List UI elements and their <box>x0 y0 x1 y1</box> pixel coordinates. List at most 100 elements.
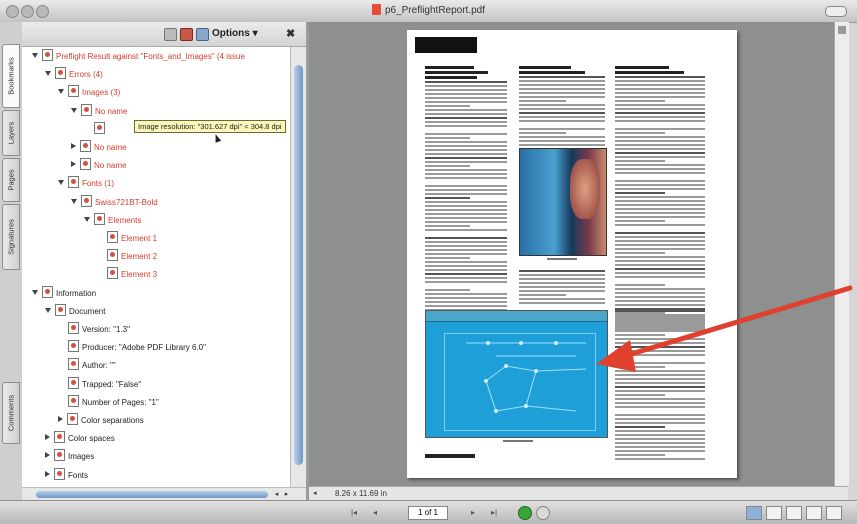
tree-item[interactable]: Version: "1.3" <box>58 322 130 337</box>
disclosure-open-icon[interactable] <box>84 216 90 222</box>
go-forward-icon[interactable] <box>536 506 550 520</box>
flag-icon[interactable] <box>196 28 209 41</box>
tree-item-label: Fonts (1) <box>82 179 115 189</box>
tree-item[interactable] <box>84 121 108 137</box>
scroll-right-icon[interactable]: ▸ <box>282 490 291 499</box>
disclosure-closed-icon[interactable] <box>45 452 50 459</box>
tree-item[interactable]: Element 3 <box>97 267 157 282</box>
page-number-field[interactable]: 1 of 1 <box>408 506 448 520</box>
scroll-up-icon[interactable] <box>838 26 846 34</box>
tree-item[interactable]: No name <box>71 140 126 155</box>
previous-page-button[interactable]: ◂ <box>368 506 382 519</box>
disclosure-open-icon[interactable] <box>45 307 51 313</box>
bookmark-page-icon <box>54 449 65 462</box>
text-line <box>615 80 705 82</box>
document-view[interactable] <box>309 22 834 486</box>
disclosure-open-icon[interactable] <box>58 180 64 186</box>
delete-icon[interactable] <box>164 28 177 41</box>
disclosure-open-icon[interactable] <box>32 53 38 58</box>
next-page-button[interactable]: ▸ <box>466 506 480 519</box>
bookmark-page-icon <box>68 176 79 189</box>
scroll-left-icon[interactable]: ◂ <box>272 490 281 499</box>
disclosure-open-icon[interactable] <box>71 198 77 204</box>
tree-item[interactable]: Information <box>32 285 96 301</box>
tab-layers[interactable]: Layers <box>2 110 20 156</box>
tree-scroll-thumb[interactable] <box>294 65 303 465</box>
close-panel-icon[interactable]: ✖ <box>286 27 295 40</box>
text-line <box>519 136 605 138</box>
text-line <box>615 244 705 246</box>
options-menu[interactable]: Options ▾ <box>212 28 258 39</box>
text-line <box>615 108 705 110</box>
collapse-status-icon[interactable]: ◂ <box>313 489 322 498</box>
tree-item-label: Color spaces <box>68 434 115 444</box>
tree-item[interactable]: Element 2 <box>97 249 157 264</box>
tree-item[interactable]: Swiss721BT-Bold <box>71 194 158 210</box>
tree-item[interactable]: Elements <box>84 212 141 228</box>
bookmark-tree[interactable]: Preflight Result against "Fonts_and_Imag… <box>22 47 290 487</box>
tree-item[interactable]: Author: "" <box>58 358 116 373</box>
text-line <box>615 172 705 174</box>
text-line <box>615 310 705 312</box>
text-line <box>425 301 507 303</box>
continuous-layout-icon[interactable] <box>766 506 782 520</box>
text-line <box>425 293 507 295</box>
disclosure-closed-icon[interactable] <box>71 143 76 149</box>
tree-item[interactable]: Preflight Result against "Fonts_and_Imag… <box>32 49 245 64</box>
tree-item[interactable]: Images <box>45 449 94 464</box>
text-line <box>615 330 705 332</box>
tree-item[interactable]: Fonts <box>45 467 88 483</box>
tree-item[interactable]: Fonts (1) <box>58 176 114 191</box>
tree-item[interactable]: Number of Pages: "1" <box>58 394 159 410</box>
tree-item[interactable]: No name <box>71 158 126 173</box>
disclosure-closed-icon[interactable] <box>45 470 50 477</box>
tree-item[interactable]: Images (3) <box>58 85 120 100</box>
text-line <box>425 109 507 111</box>
continuous-facing-layout-icon[interactable] <box>806 506 822 520</box>
bookmark-page-icon <box>68 85 79 98</box>
bookmark-page-icon <box>81 103 92 116</box>
disclosure-open-icon[interactable] <box>58 89 64 95</box>
tree-item[interactable]: Color spaces <box>45 431 115 446</box>
last-page-button[interactable]: ▸| <box>486 506 502 519</box>
text-line <box>425 237 507 239</box>
disclosure-closed-icon[interactable] <box>45 434 50 441</box>
tab-pages[interactable]: Pages <box>2 158 20 202</box>
tab-bookmarks[interactable]: Bookmarks <box>2 44 20 108</box>
disclosure-open-icon[interactable] <box>32 289 38 295</box>
tab-comments[interactable]: Comments <box>2 382 20 444</box>
text-line <box>615 314 705 316</box>
tree-horizontal-scrollbar[interactable]: ◂ ▸ <box>22 487 306 501</box>
first-page-button[interactable]: |◂ <box>346 506 362 519</box>
tree-vertical-scrollbar[interactable] <box>290 47 306 487</box>
text-line <box>519 76 605 78</box>
go-back-icon[interactable] <box>518 506 532 520</box>
disclosure-closed-icon[interactable] <box>71 161 76 168</box>
document-vertical-scrollbar[interactable] <box>834 22 849 486</box>
facing-layout-icon[interactable] <box>786 506 802 520</box>
bookmark-icon[interactable] <box>180 28 193 41</box>
tab-signatures[interactable]: Signatures <box>2 204 20 270</box>
resize-grip-icon[interactable] <box>826 506 842 520</box>
tree-item[interactable]: No name <box>71 103 127 119</box>
tree-item-label: Preflight Result against "Fonts_and_Imag… <box>56 52 245 61</box>
disclosure-open-icon[interactable] <box>71 107 77 113</box>
tree-item[interactable]: Color separations <box>58 413 144 428</box>
disclosure-open-icon[interactable] <box>45 71 51 77</box>
text-line <box>425 253 507 255</box>
tree-item[interactable]: Trapped: "False" <box>58 376 141 392</box>
bookmark-page-icon <box>107 231 118 243</box>
toolbar-toggle-button[interactable] <box>825 6 847 17</box>
text-line <box>425 89 507 91</box>
tree-item[interactable]: Document <box>45 303 105 319</box>
tree-hscroll-thumb[interactable] <box>36 491 268 498</box>
disclosure-closed-icon[interactable] <box>58 416 63 422</box>
tree-item[interactable]: Element 1 <box>97 231 157 246</box>
tab-pages-label: Pages <box>6 169 16 191</box>
single-page-layout-icon[interactable] <box>746 506 762 520</box>
text-line <box>615 268 705 270</box>
tree-item[interactable]: Errors (4) <box>45 67 103 82</box>
bookmark-page-icon <box>81 194 92 207</box>
text-line <box>425 161 507 163</box>
tree-item[interactable]: Producer: "Adobe PDF Library 6.0" <box>58 340 206 355</box>
